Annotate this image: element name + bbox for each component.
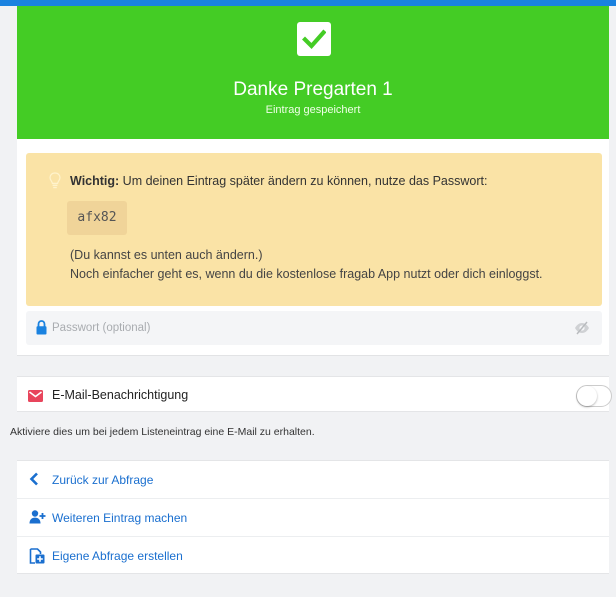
email-notification-toggle[interactable] [576,385,612,407]
notice-note-app: Noch einfacher geht es, wenn du die kost… [70,267,543,281]
generated-password: afx82 [67,201,127,235]
file-plus-icon [29,548,45,569]
page-title: Danke Pregarten 1 [233,79,393,100]
notice-text: Wichtig: Um deinen Eintrag später ändern… [70,174,487,188]
email-notification-label: E-Mail-Benachrichtigung [52,388,189,402]
notice-message: Um deinen Eintrag später ändern zu könne… [119,174,488,188]
notice-note-change: (Du kannst es unten auch ändern.) [70,248,263,262]
chevron-left-icon [29,472,39,491]
password-notice: Wichtig: Um deinen Eintrag später ändern… [26,153,602,306]
user-plus-icon [29,510,46,529]
create-poll-label: Eigene Abfrage erstellen [52,549,183,563]
create-poll-link[interactable]: Eigene Abfrage erstellen [17,537,609,575]
page-subtitle: Eintrag gespeichert [265,104,361,116]
add-entry-label: Weiteren Eintrag machen [52,511,188,525]
password-field [26,311,602,345]
lock-icon [36,320,47,340]
eye-slash-icon[interactable] [574,321,590,340]
envelope-icon [28,389,43,407]
success-banner: Danke Pregarten 1 Eintrag gespeichert [17,6,609,139]
notice-label: Wichtig: [70,174,120,188]
confirmation-card: Danke Pregarten 1 Eintrag gespeichert Wi… [17,6,609,356]
email-notification-row: E-Mail-Benachrichtigung [17,376,612,412]
back-to-poll-link[interactable]: Zurück zur Abfrage [17,461,609,499]
checkmark-icon [297,22,331,56]
action-links: Zurück zur Abfrage Weiteren Eintrag mach… [17,460,609,574]
add-entry-link[interactable]: Weiteren Eintrag machen [17,499,609,537]
password-input[interactable] [52,311,552,345]
toggle-knob [577,386,597,406]
email-notification-help: Aktiviere dies um bei jedem Listeneintra… [10,426,315,438]
back-to-poll-label: Zurück zur Abfrage [52,473,154,487]
lightbulb-icon [49,172,61,195]
